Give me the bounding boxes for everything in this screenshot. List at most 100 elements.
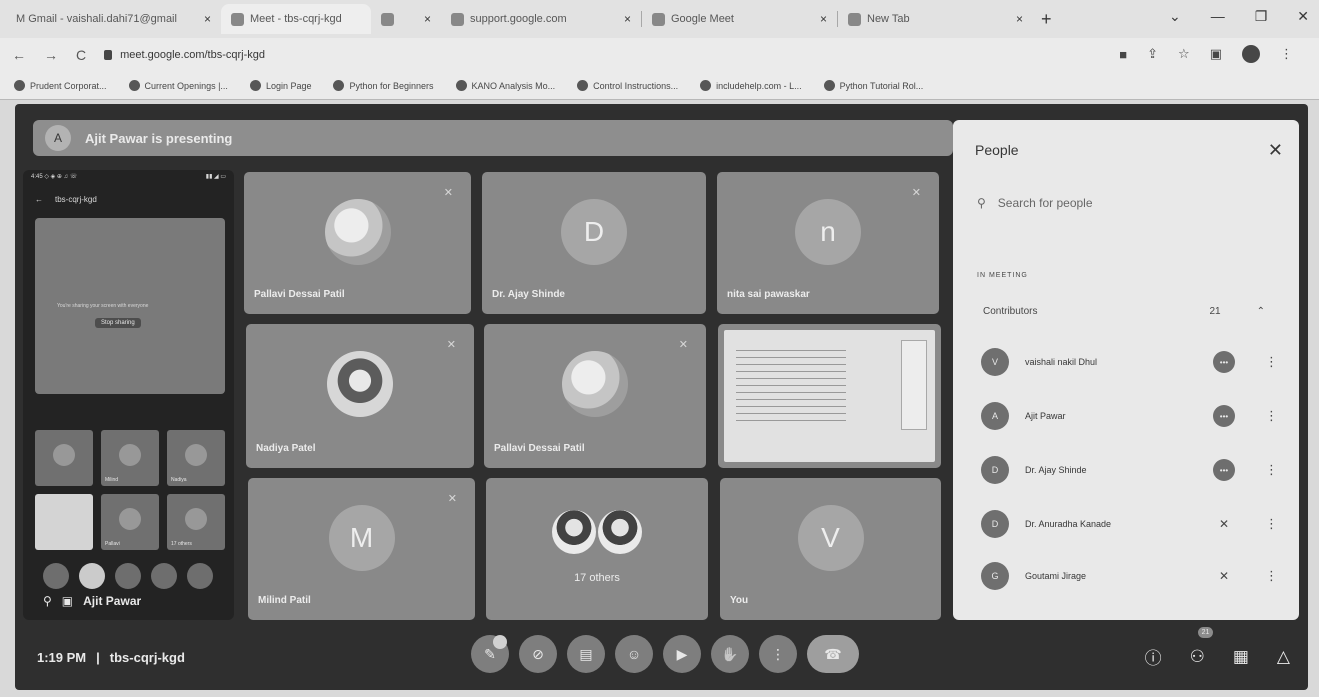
more-vert-icon[interactable]: ⋮	[1265, 568, 1278, 584]
avatar	[185, 508, 207, 530]
close-icon[interactable]: ×	[820, 12, 827, 26]
avatar	[185, 444, 207, 466]
lock-icon	[104, 50, 113, 60]
avatar: A	[981, 402, 1009, 430]
maximize-button[interactable]: ❐	[1255, 8, 1268, 25]
avatar	[598, 509, 642, 554]
info-icon[interactable]: ⓘ	[1145, 644, 1162, 669]
bookmark-item[interactable]: includehelp.com - L...	[700, 80, 802, 91]
close-icon[interactable]: ✕	[1268, 140, 1283, 161]
self-tile[interactable]: V You	[720, 478, 941, 620]
contributors-group[interactable]: Contributors 21 ⌃	[983, 306, 1265, 317]
section-heading: IN MEETING	[977, 272, 1028, 279]
list-item[interactable]: D Dr. Ajay Shinde ••• ⋮	[981, 450, 1278, 490]
phone-more-icon	[187, 563, 213, 589]
present-button[interactable]: ▶	[663, 635, 701, 673]
close-icon[interactable]: ×	[1016, 12, 1023, 26]
tab-search-button[interactable]: ⌄	[1169, 8, 1181, 25]
tab-gmail[interactable]: M Gmail - vaishali.dahi71@gmail ×	[6, 4, 221, 34]
more-vert-icon[interactable]: ⋮	[1265, 516, 1278, 532]
participant-tile[interactable]: ✕ Pallavi Dessai Patil	[484, 324, 706, 468]
list-item[interactable]: V vaishali nakil Dhul ••• ⋮	[981, 342, 1278, 382]
participant-tile[interactable]: D Dr. Ajay Shinde	[482, 172, 706, 314]
camera-icon[interactable]: ■	[1119, 47, 1127, 62]
tab-support[interactable]: support.google.com ×	[441, 4, 641, 34]
screen-thumbnail	[724, 330, 935, 462]
close-icon[interactable]: ×	[624, 12, 631, 26]
others-tile[interactable]: 17 others	[486, 478, 708, 620]
activities-icon[interactable]: △	[1277, 647, 1290, 667]
bookmark-item[interactable]: Control Instructions...	[577, 80, 678, 91]
close-window-button[interactable]: ✕	[1297, 8, 1309, 25]
bookmark-item[interactable]: Python Tutorial Rol...	[823, 80, 923, 91]
minimize-button[interactable]: —	[1211, 8, 1225, 25]
chat-icon[interactable]: ▦	[1233, 647, 1249, 667]
list-item[interactable]: A Ajit Pawar ••• ⋮	[981, 396, 1278, 436]
bookmark-item[interactable]: Login Page	[249, 80, 312, 91]
tab-audio[interactable]: ×	[371, 4, 441, 34]
share-icon[interactable]: ⇪	[1147, 46, 1158, 62]
back-icon[interactable]: ←	[12, 47, 26, 63]
more-vert-icon[interactable]: ⋮	[1265, 354, 1278, 370]
avatar	[324, 198, 391, 265]
tab-new-tab[interactable]: New Tab ×	[838, 4, 1033, 34]
phone-presentation-view: You're sharing your screen with everyone…	[35, 218, 225, 394]
avatar: D	[561, 198, 627, 265]
chevron-up-icon: ⌃	[1256, 306, 1265, 317]
close-icon[interactable]: ×	[424, 12, 431, 26]
globe-icon	[128, 80, 140, 91]
avatar: D	[981, 456, 1009, 484]
star-icon[interactable]: ☆	[1178, 46, 1190, 62]
participant-tile[interactable]: M ✕ Milind Patil	[248, 478, 475, 620]
meeting-info: 1:19 PM | tbs-cqrj-kgd	[37, 650, 185, 665]
url-field[interactable]: meet.google.com/tbs-cqrj-kgd	[104, 49, 265, 61]
meeting-divider: |	[96, 650, 100, 665]
screen-share-tile[interactable]	[718, 324, 941, 468]
bookmark-item[interactable]: Prudent Corporat...	[14, 80, 107, 91]
more-options-button[interactable]: ⋮	[759, 635, 797, 673]
reload-icon[interactable]: C	[76, 47, 86, 63]
tab-google-meet-label: Google Meet	[671, 13, 734, 25]
people-icon[interactable]: ⚇ 21	[1190, 626, 1214, 667]
phone-mini-tile	[35, 494, 93, 550]
camera-button[interactable]: ⊘	[519, 635, 557, 673]
search-input[interactable]: ⚲ Search for people	[977, 196, 1093, 210]
phone-mini-label: Milind	[105, 477, 119, 483]
list-item[interactable]: D Dr. Anuradha Kanade ✕ ⋮	[981, 504, 1278, 544]
participant-tile[interactable]: n ✕ nita sai pawaskar	[717, 172, 939, 314]
bookmark-item[interactable]: Python for Beginners	[333, 80, 434, 91]
others-avatars	[552, 509, 642, 554]
more-vert-icon[interactable]: ⋮	[1265, 462, 1278, 478]
mic-button[interactable]: ✎	[471, 635, 509, 673]
tab-google-meet[interactable]: Google Meet ×	[642, 4, 837, 34]
meet-icon	[231, 12, 244, 26]
more-vert-icon[interactable]: ⋮	[1265, 408, 1278, 424]
emoji-button[interactable]: ☺	[615, 635, 653, 673]
phone-meeting-code: tbs-cqrj-kgd	[55, 194, 97, 204]
tab-meet[interactable]: Meet - tbs-cqrj-kgd	[221, 4, 371, 34]
phone-emoji-icon	[151, 563, 177, 589]
sidepanel-icon[interactable]: ▣	[1210, 46, 1222, 62]
avatar[interactable]	[1242, 45, 1260, 63]
leave-call-button[interactable]: ☎	[807, 635, 859, 673]
bookmark-item[interactable]: Current Openings |...	[128, 80, 228, 91]
avatar: n	[795, 198, 861, 265]
avatar	[53, 444, 75, 466]
menu-icon[interactable]: ⋮	[1280, 46, 1293, 62]
bookmark-label: includehelp.com - L...	[716, 80, 802, 91]
participant-tile[interactable]: ✕ Pallavi Dessai Patil	[244, 172, 471, 314]
new-tab-button[interactable]: +	[1041, 9, 1052, 30]
participant-tile[interactable]: ✕ Nadiya Patel	[246, 324, 474, 468]
meeting-time: 1:19 PM	[37, 650, 87, 665]
forward-icon[interactable]: →	[44, 47, 58, 63]
list-item[interactable]: G Goutami Jirage ✕ ⋮	[981, 556, 1278, 596]
raise-hand-button[interactable]: ✋	[711, 635, 749, 673]
captions-button[interactable]: ▤	[567, 635, 605, 673]
others-count: 17 others	[574, 572, 620, 584]
bookmark-label: Login Page	[265, 80, 312, 91]
close-icon[interactable]: ×	[204, 12, 211, 26]
phone-sharing-message: You're sharing your screen with everyone	[57, 303, 149, 309]
mic-off-icon: ✕	[1218, 517, 1230, 531]
more-vert-icon: ⋮	[771, 645, 785, 662]
bookmark-item[interactable]: KANO Analysis Mo...	[455, 80, 555, 91]
